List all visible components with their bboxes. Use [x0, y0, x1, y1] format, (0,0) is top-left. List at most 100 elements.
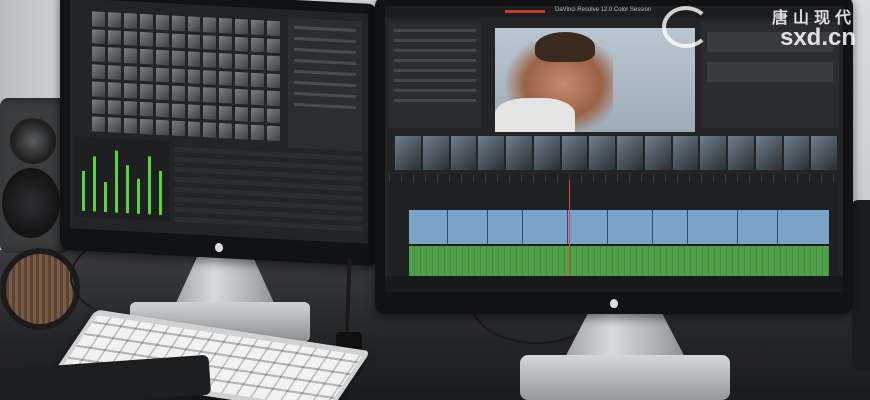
clip-thumbnail [395, 136, 421, 170]
video-clip [449, 210, 488, 244]
media-thumbnail [107, 82, 121, 98]
video-clip [699, 210, 738, 244]
media-thumbnail [235, 53, 249, 70]
media-thumbnail [251, 125, 265, 141]
media-thumbnail [107, 100, 121, 116]
man-hair [535, 32, 595, 62]
media-thumbnail [203, 69, 217, 86]
tweeter [10, 118, 56, 164]
media-thumbnail [187, 51, 201, 67]
media-thumbnail [92, 11, 105, 27]
media-thumbnail [187, 69, 201, 85]
clip-thumbnail [728, 136, 754, 170]
audio-mixer [74, 136, 170, 222]
clip-thumbnail [478, 136, 504, 170]
media-thumbnail [171, 15, 185, 31]
media-thumbnail [203, 122, 217, 138]
accent-bar [505, 10, 545, 13]
media-thumbnail [203, 34, 217, 50]
audio-meter [126, 165, 129, 214]
media-thumbnail [219, 70, 233, 86]
media-thumbnail [139, 31, 153, 47]
media-thumbnail [219, 105, 233, 122]
media-thumbnail [155, 120, 169, 136]
media-thumbnail [251, 54, 265, 71]
media-thumbnail [219, 123, 233, 139]
media-thumbnail [267, 55, 280, 71]
audio-meter [115, 150, 118, 213]
media-thumbnail [171, 103, 185, 119]
media-thumbnail [123, 48, 137, 64]
clip-thumbnail [450, 136, 477, 170]
media-thumbnail [171, 50, 185, 66]
media-thumbnail [187, 16, 201, 32]
media-thumbnail [219, 35, 233, 51]
clip-thumbnail [422, 136, 449, 170]
media-thumbnail [267, 38, 280, 54]
media-thumbnail [187, 86, 201, 102]
media-thumbnail [219, 18, 233, 34]
media-thumbnail [203, 105, 217, 121]
clip-thumbnail [617, 136, 643, 170]
media-thumbnail [107, 64, 121, 81]
media-thumbnail [139, 119, 153, 135]
audio-meter [93, 156, 96, 212]
clip-thumbnail [700, 136, 726, 170]
media-thumbnail [267, 20, 280, 36]
watermark-latin: sxd.cn [779, 24, 856, 51]
media-thumbnail [267, 108, 280, 124]
timeline-ruler [389, 174, 839, 182]
clip-thumbnail [589, 136, 615, 170]
media-thumbnail [267, 90, 280, 107]
clip-thumbnail [811, 136, 837, 170]
media-thumbnail [187, 33, 201, 50]
clip-thumbnail [672, 136, 699, 170]
media-thumbnail [139, 13, 153, 30]
media-thumbnail [251, 107, 265, 123]
media-thumbnail [139, 48, 153, 65]
media-thumbnail [107, 47, 121, 63]
video-viewer [495, 28, 695, 132]
media-thumbnail [92, 99, 105, 115]
video-clip [614, 210, 653, 244]
media-thumbnail [92, 64, 105, 80]
media-thumbnail [107, 29, 121, 45]
media-thumbnail [187, 104, 201, 120]
audio-meter [104, 181, 107, 213]
metadata-table [174, 141, 362, 232]
clip-thumbnail [533, 136, 560, 170]
media-thumbnail [123, 100, 137, 117]
media-thumbnail [123, 118, 137, 134]
video-clip [739, 210, 778, 244]
media-thumbnail [171, 33, 185, 49]
media-thumbnail [139, 66, 153, 82]
media-thumbnail [171, 85, 185, 102]
headphones [0, 248, 80, 330]
apple-logo-icon [610, 299, 618, 308]
playhead [569, 180, 570, 284]
media-thumbnail [171, 68, 185, 84]
media-thumbnail [123, 30, 137, 46]
media-thumbnail [203, 52, 217, 68]
clip-thumbnail [783, 136, 810, 170]
audio-meter [137, 178, 140, 214]
clip-thumbnail [755, 136, 782, 170]
media-thumbnail [203, 17, 217, 33]
media-thumbnail [155, 49, 169, 66]
media-thumbnail [92, 81, 105, 97]
media-thumbnail [251, 89, 265, 106]
media-thumbnail [139, 101, 153, 117]
media-thumbnail [267, 73, 280, 89]
media-thumbnail [251, 37, 265, 53]
man-shirt [495, 98, 575, 132]
media-thumbnail [235, 36, 249, 52]
watermark: 唐山现代 sxd.cn [772, 4, 856, 52]
media-thumbnail [251, 19, 265, 35]
media-thumbnail-grid [92, 11, 280, 142]
media-thumbnail [235, 89, 249, 105]
effects-panel [389, 22, 481, 128]
media-thumbnail [92, 116, 105, 133]
media-thumbnail [235, 124, 249, 140]
window-title: DaVinci Resolve 12.0 Color Session [555, 7, 652, 13]
media-thumbnail [235, 106, 249, 122]
